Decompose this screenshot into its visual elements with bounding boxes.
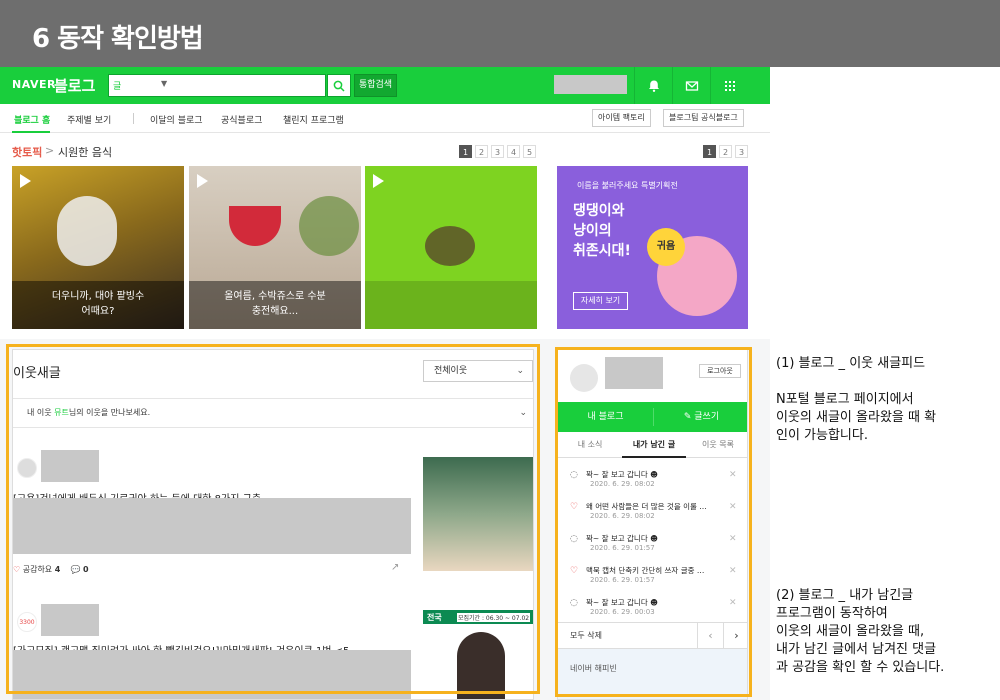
ad-headline: 댕댕이와 냥이의 취존시대! xyxy=(573,203,631,259)
chevron-right-icon: > xyxy=(45,144,55,157)
page-button[interactable]: 5 xyxy=(523,145,536,158)
blog-logo[interactable]: 블로그 xyxy=(54,75,95,96)
nav-divider xyxy=(133,113,134,124)
nav-challenge[interactable]: 챌린지 프로그램 xyxy=(283,113,344,126)
apps-grid-icon[interactable] xyxy=(710,67,748,104)
gloved-hand-image xyxy=(57,196,117,266)
hot-topic-label[interactable]: 핫토픽 xyxy=(12,144,42,160)
ad-top-text: 이름을 불러주세요 특별기획전 xyxy=(577,181,678,190)
plant-image xyxy=(299,196,359,256)
video-thumbnail-1[interactable]: 더우니까, 대야 팥빙수 어때요? xyxy=(12,166,184,329)
watermelon-juice-image xyxy=(229,206,281,246)
mail-icon[interactable] xyxy=(672,67,710,104)
page-button[interactable]: 3 xyxy=(735,145,748,158)
hot-topic-title[interactable]: 시원한 음식 xyxy=(58,144,112,160)
thumbnail-caption: 더우니까, 대야 팥빙수 어때요? xyxy=(12,281,184,329)
nav-active-underline xyxy=(12,131,50,133)
thumbnail-caption xyxy=(365,281,537,329)
top-bar: NAVER 블로그 글 ▼ 통합검색 xyxy=(0,67,770,104)
annotation-2: (2) 블로그 _ 내가 남긴글 프로그램이 동작하여 이웃의 새글이 올라왔을… xyxy=(776,588,945,675)
total-search-button[interactable]: 통합검색 xyxy=(354,74,397,97)
food-image xyxy=(425,226,475,266)
nav-topics[interactable]: 주제별 보기 xyxy=(67,113,111,126)
ad-banner[interactable]: 이름을 불러주세요 특별기획전 댕댕이와 냥이의 취존시대! 귀욤 자세히 보기 xyxy=(557,166,748,329)
play-icon xyxy=(20,174,31,188)
search-icon xyxy=(333,80,345,92)
highlight-box-side xyxy=(555,347,752,697)
page-button[interactable]: 4 xyxy=(507,145,520,158)
page-button[interactable]: 1 xyxy=(703,145,716,158)
slide-header: 6 동작 확인방법 xyxy=(0,0,1000,67)
slide-title: 6 동작 확인방법 xyxy=(32,24,204,54)
annotation-1: (1) 블로그 _ 이웃 새글피드 N포털 블로그 페이지에서 이웃의 새글이 … xyxy=(776,356,937,443)
naver-logo[interactable]: NAVER xyxy=(12,78,56,91)
highlight-box-feed xyxy=(6,344,540,694)
play-icon xyxy=(373,174,384,188)
page-button[interactable]: 2 xyxy=(475,145,488,158)
chevron-down-icon: ▼ xyxy=(161,79,168,88)
page-button[interactable]: 1 xyxy=(459,145,472,158)
search-icon-button[interactable] xyxy=(327,74,351,97)
video-thumbnail-3[interactable] xyxy=(365,166,537,329)
page-button[interactable]: 2 xyxy=(719,145,732,158)
play-icon xyxy=(197,174,208,188)
item-factory-button[interactable]: 아이템 팩토리 xyxy=(592,109,651,127)
nav-official-blog[interactable]: 공식블로그 xyxy=(221,113,262,126)
nav-blog-home[interactable]: 블로그 홈 xyxy=(14,113,50,126)
search-input[interactable]: 글 ▼ xyxy=(108,74,326,97)
bell-icon[interactable] xyxy=(634,67,672,104)
nav-monthly-blog[interactable]: 이달의 블로그 xyxy=(150,113,203,126)
page-button[interactable]: 3 xyxy=(491,145,504,158)
ad-detail-button[interactable]: 자세히 보기 xyxy=(573,292,628,310)
ad-badge: 귀욤 xyxy=(647,228,685,266)
ad-pager: 1 2 3 xyxy=(703,145,748,158)
blog-team-button[interactable]: 블로그팀 공식블로그 xyxy=(663,109,744,127)
hot-topic-pager: 1 2 3 4 5 xyxy=(459,145,536,158)
search-category-select[interactable]: 글 xyxy=(113,79,121,92)
user-name-redacted[interactable] xyxy=(554,75,627,94)
thumbnail-caption: 올여름, 수박쥬스로 수분 충전해요... xyxy=(189,281,361,329)
video-thumbnail-2[interactable]: 올여름, 수박쥬스로 수분 충전해요... xyxy=(189,166,361,329)
blog-nav: 블로그 홈 주제별 보기 이달의 블로그 공식블로그 챌린지 프로그램 아이템 … xyxy=(0,104,770,133)
